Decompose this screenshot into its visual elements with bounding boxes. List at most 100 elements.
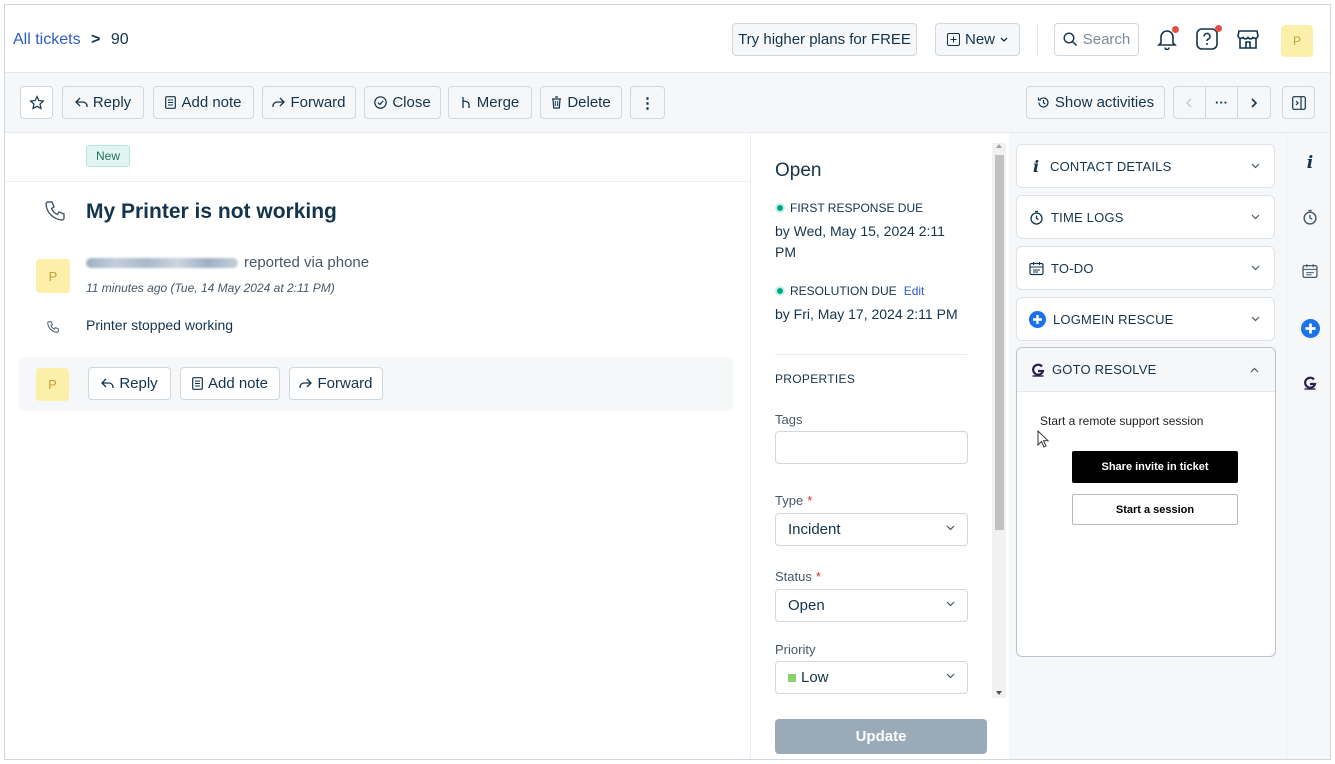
logmein-plus-icon[interactable] — [1300, 318, 1320, 338]
header-divider — [1037, 25, 1038, 55]
logmein-rescue-accordion[interactable]: LOGMEIN RESCUE — [1016, 297, 1275, 341]
time-logs-title: TIME LOGS — [1051, 209, 1124, 225]
forward-bottom-label: Forward — [317, 375, 373, 392]
sla-status-dot — [775, 286, 785, 296]
delete-label: Delete — [567, 94, 611, 111]
star-button[interactable] — [20, 86, 53, 119]
close-label: Close — [392, 94, 431, 111]
add-note-button[interactable]: Add note — [153, 86, 254, 119]
reply-bottom-button[interactable]: Reply — [88, 367, 171, 400]
chevron-down-icon — [1251, 163, 1260, 169]
contact-details-accordion[interactable]: i CONTACT DETAILS — [1016, 144, 1275, 188]
merge-button[interactable]: Merge — [448, 86, 532, 119]
all-tickets-link[interactable]: All tickets — [13, 31, 81, 48]
goto-logo-icon[interactable] — [1300, 373, 1320, 393]
type-select[interactable]: Incident — [775, 513, 968, 546]
goto-resolve-title: GOTO RESOLVE — [1052, 362, 1157, 377]
show-activities-button[interactable]: Show activities — [1026, 86, 1165, 119]
phone-small-icon — [47, 321, 59, 333]
add-note-bottom-button[interactable]: Add note — [180, 367, 280, 400]
resolution-edit-link[interactable]: Edit — [904, 284, 925, 298]
merge-icon — [462, 97, 470, 108]
logmein-rescue-title: LOGMEIN RESCUE — [1053, 311, 1174, 327]
stopwatch-icon — [1030, 210, 1043, 225]
status-value: Open — [788, 597, 825, 614]
chevron-down-icon — [946, 525, 955, 531]
scroll-down-arrow[interactable] — [996, 691, 1002, 695]
search-button[interactable]: Search — [1054, 23, 1139, 56]
first-response-value: by Wed, May 15, 2024 2:11 PM — [775, 223, 945, 260]
ticket-status-title: Open — [775, 160, 822, 181]
time-logs-accordion[interactable]: TIME LOGS — [1016, 195, 1275, 239]
close-ticket-button[interactable]: Close — [364, 86, 441, 119]
share-invite-button[interactable]: Share invite in ticket — [1072, 451, 1238, 483]
properties-scrollbar-thumb[interactable] — [995, 155, 1004, 530]
previous-ticket-button[interactable] — [1174, 87, 1206, 118]
priority-label: Priority — [775, 642, 816, 657]
requester-name-redacted[interactable] — [86, 258, 238, 269]
tags-label: Tags — [775, 412, 803, 427]
notifications-button[interactable] — [1153, 25, 1181, 53]
resolution-value: by Fri, May 17, 2024 2:11 PM — [775, 306, 958, 322]
add-note-bottom-label: Add note — [207, 375, 269, 392]
tags-input[interactable] — [775, 431, 968, 464]
properties-heading: PROPERTIES — [775, 372, 856, 386]
reply-label: Reply — [92, 94, 132, 111]
chevron-up-icon — [1250, 367, 1259, 373]
start-session-button[interactable]: Start a session — [1072, 494, 1238, 525]
status-select[interactable]: Open — [775, 589, 968, 622]
reported-via: reported via phone — [244, 254, 370, 271]
reply-button[interactable]: Reply — [62, 86, 144, 119]
next-ticket-button[interactable] — [1238, 87, 1270, 118]
scroll-up-arrow[interactable] — [996, 144, 1002, 148]
todo-accordion[interactable]: TO-DO — [1016, 246, 1275, 290]
toggle-sidebar-button[interactable] — [1282, 86, 1315, 119]
ticket-timestamp: 11 minutes ago (Tue, 14 May 2024 at 2:11… — [86, 281, 335, 295]
star-icon — [28, 94, 45, 110]
forward-button[interactable]: Forward — [262, 86, 356, 119]
goto-resolve-header[interactable]: GOTO RESOLVE — [1017, 348, 1275, 392]
pager-more-button[interactable]: ··· — [1206, 87, 1239, 118]
ticket-toolbar: Reply Add note Forward Close Merge Delet… — [5, 73, 1330, 133]
help-button[interactable] — [1193, 25, 1222, 53]
info-icon[interactable]: i — [1300, 153, 1320, 173]
ticket-description: Printer stopped working — [86, 317, 234, 333]
delete-button[interactable]: Delete — [540, 86, 622, 119]
logmein-plus-icon — [1029, 310, 1046, 328]
goto-resolve-panel: GOTO RESOLVE Start a remote support sess… — [1016, 347, 1276, 657]
ticket-subject: My Printer is not working — [86, 200, 337, 223]
breadcrumb: All tickets > 90 — [13, 31, 129, 49]
status-badge: New — [86, 145, 131, 167]
mouse-cursor-icon — [1037, 430, 1049, 448]
add-note-label: Add note — [181, 94, 242, 111]
more-actions-button[interactable]: ⋮ — [630, 86, 665, 119]
reply-icon — [74, 97, 88, 107]
update-button[interactable]: Update — [775, 719, 987, 754]
first-response-label: FIRST RESPONSE DUE — [775, 201, 923, 215]
type-value: Incident — [788, 521, 841, 538]
new-label: New — [964, 31, 995, 48]
marketplace-button[interactable] — [1234, 25, 1262, 53]
reporter-line: reported via phone — [86, 254, 369, 271]
reply-bottom-label: Reply — [119, 375, 158, 392]
priority-select[interactable]: Low — [775, 661, 968, 694]
store-icon — [1237, 30, 1259, 49]
reply-icon — [101, 378, 114, 388]
note-icon — [192, 377, 203, 390]
new-button[interactable]: New — [935, 23, 1020, 56]
stopwatch-icon[interactable] — [1300, 207, 1320, 227]
forward-bottom-button[interactable]: Forward — [289, 367, 383, 400]
goto-logo-icon — [1032, 363, 1045, 377]
conversation-pane: New My Printer is not working P reported… — [5, 133, 750, 759]
forward-label: Forward — [290, 94, 346, 111]
search-icon — [1063, 32, 1077, 47]
calendar-icon — [1029, 261, 1044, 275]
top-header: All tickets > 90 Try higher plans for FR… — [5, 5, 1330, 73]
try-higher-plans-button[interactable]: Try higher plans for FREE — [732, 23, 917, 56]
search-label: Search — [1082, 31, 1131, 48]
properties-divider — [775, 354, 967, 355]
user-avatar[interactable]: P — [1281, 25, 1313, 57]
priority-value: Low — [801, 669, 829, 686]
merge-label: Merge — [476, 94, 520, 111]
calendar-icon[interactable] — [1300, 261, 1320, 281]
